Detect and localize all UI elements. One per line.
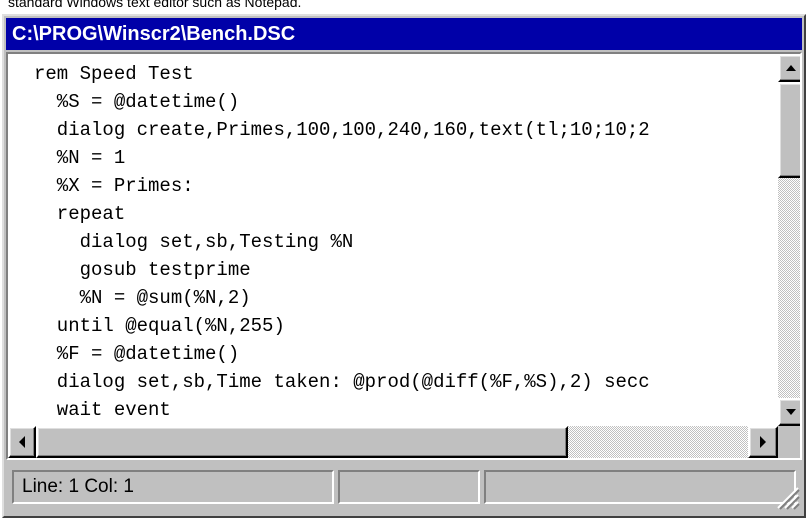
vertical-scroll-thumb[interactable]: [778, 82, 800, 178]
scroll-left-button[interactable]: [8, 426, 36, 458]
code-line: until @equal(%N,255): [34, 315, 285, 337]
editor-window: C:\PROG\Winscr2\Bench.DSC rem Speed Test…: [2, 14, 806, 518]
code-line: dialog set,sb,Testing %N: [34, 231, 354, 253]
code-line: repeat: [34, 203, 126, 225]
code-line: gosub testprime: [34, 259, 251, 281]
status-bar: Line: 1 Col: 1: [6, 462, 802, 514]
code-line: %N = @sum(%N,2): [34, 287, 251, 309]
code-line: rem Speed Test: [34, 63, 194, 85]
vertical-scrollbar[interactable]: [778, 54, 800, 426]
status-panel-2: [338, 470, 480, 504]
scroll-right-button[interactable]: [748, 426, 778, 458]
code-line: %N = 1: [34, 147, 126, 169]
scrollbar-corner: [778, 426, 800, 458]
editor-client: rem Speed Test %S = @datetime() dialog c…: [6, 52, 802, 460]
code-line: dialog create,Primes,100,100,240,160,tex…: [34, 119, 650, 141]
code-line: %F = @datetime(): [34, 343, 240, 365]
arrow-down-icon: [786, 409, 796, 415]
arrow-left-icon: [19, 436, 25, 448]
code-line: wait event: [34, 399, 171, 421]
arrow-right-icon: [760, 436, 766, 448]
horizontal-scrollbar[interactable]: [8, 426, 778, 458]
resize-grip-icon[interactable]: [774, 484, 800, 510]
page-caption: standard Windows text editor such as Not…: [8, 0, 302, 10]
code-line: dialog set,sb,Time taken: @prod(@diff(%F…: [34, 371, 650, 393]
arrow-up-icon: [786, 65, 796, 71]
code-text-area[interactable]: rem Speed Test %S = @datetime() dialog c…: [8, 54, 776, 426]
scroll-down-button[interactable]: [778, 398, 800, 426]
scroll-up-button[interactable]: [778, 54, 800, 82]
horizontal-scroll-thumb[interactable]: [36, 426, 568, 458]
code-line: %S = @datetime(): [34, 91, 240, 113]
code-line: %X = Primes:: [34, 175, 194, 197]
status-panel-3: [484, 470, 796, 504]
status-position: Line: 1 Col: 1: [12, 470, 334, 504]
window-title[interactable]: C:\PROG\Winscr2\Bench.DSC: [6, 18, 802, 50]
